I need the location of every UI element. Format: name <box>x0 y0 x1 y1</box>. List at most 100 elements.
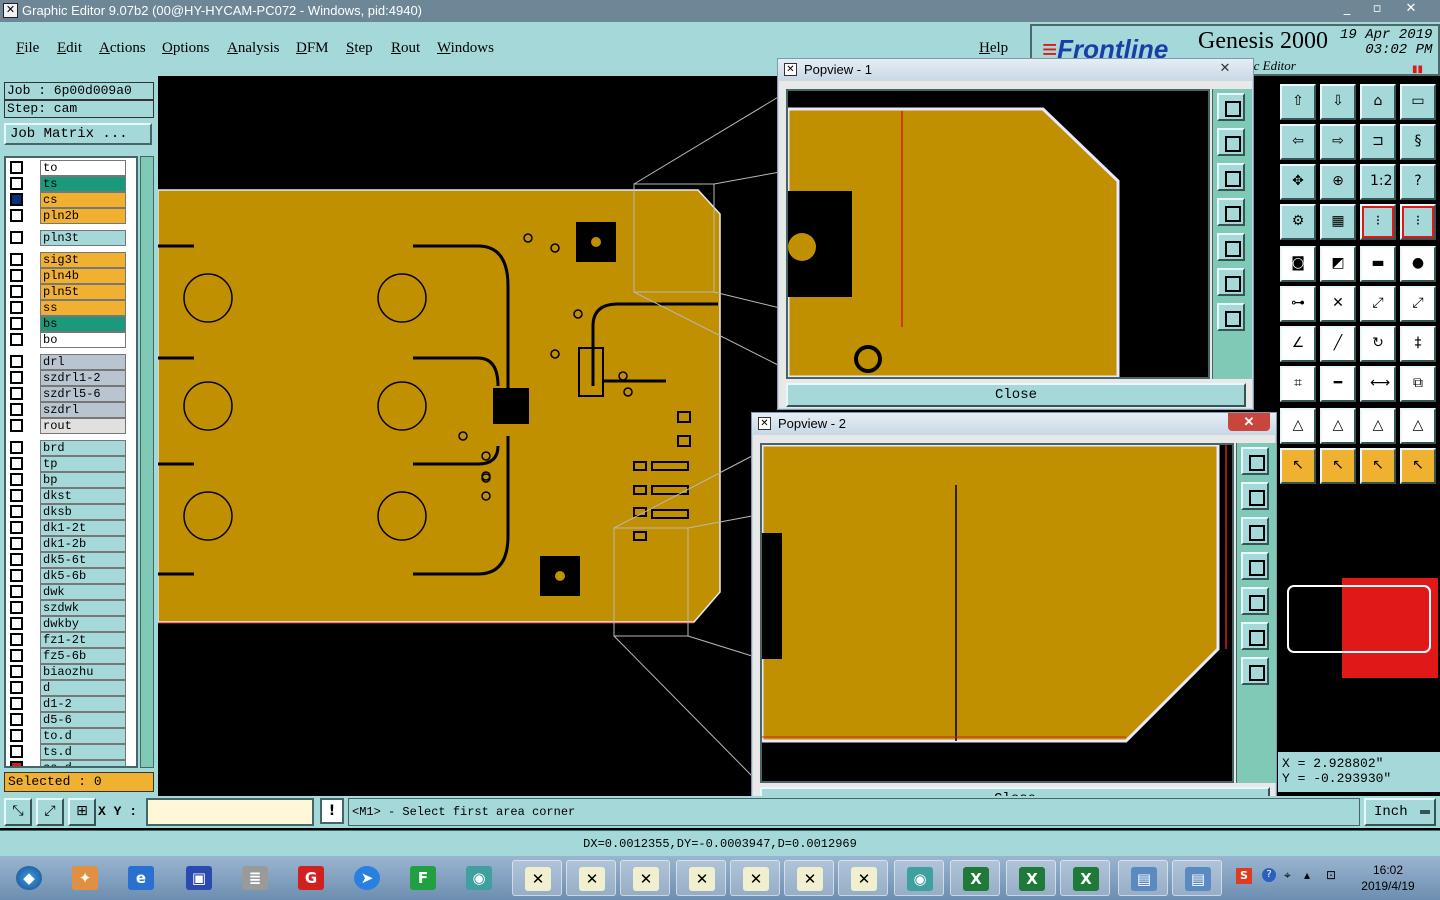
layer-name[interactable]: bo <box>40 332 126 348</box>
layer-name[interactable]: to <box>40 160 126 176</box>
layer-checkbox[interactable] <box>10 617 23 630</box>
tray-network-icon[interactable]: ⊡ <box>1326 868 1342 882</box>
taskbar-app-save[interactable]: ▣ <box>174 860 224 896</box>
close-window-button[interactable]: ✕ <box>1398 0 1424 18</box>
pv2-pan-left-icon[interactable] <box>1241 552 1269 580</box>
layer-row-szdrl1-2[interactable]: szdrl1-2 <box>6 370 136 386</box>
snap-up-icon[interactable]: ⇧ <box>1280 84 1316 120</box>
settings-icon[interactable]: ⚙ <box>1280 204 1316 240</box>
fit-icon[interactable]: ✥ <box>1280 164 1316 200</box>
layer-row-pln2b[interactable]: pln2b <box>6 208 136 224</box>
pv1-pan-right-icon[interactable] <box>1217 233 1245 261</box>
layer-row-szdrl[interactable]: szdrl <box>6 402 136 418</box>
layer-name[interactable]: dwk <box>40 584 126 600</box>
layer-row-dksb[interactable]: dksb <box>6 504 136 520</box>
center-icon[interactable]: ⊕ <box>1320 164 1356 200</box>
pv2-pan-right-icon[interactable] <box>1241 587 1269 615</box>
layer-name[interactable]: szdrl5-6 <box>40 386 126 402</box>
layer-row-to[interactable]: to <box>6 160 136 176</box>
layer-row-ts.d[interactable]: ts.d <box>6 744 136 760</box>
layer-name[interactable]: szdwk <box>40 600 126 616</box>
layer-row-dwk[interactable]: dwk <box>6 584 136 600</box>
ruler-icon[interactable]: ▬ <box>1360 246 1396 282</box>
layer-checkbox[interactable] <box>10 441 23 454</box>
layer-row-rout[interactable]: rout <box>6 418 136 434</box>
job-matrix-button[interactable]: Job Matrix ... <box>4 123 152 145</box>
taskbar-genesis-6[interactable]: ✕ <box>784 860 834 896</box>
menu-edit[interactable]: Edit <box>57 40 82 57</box>
layer-row-biaozhu[interactable]: biaozhu <box>6 664 136 680</box>
layer-name[interactable]: dwkby <box>40 616 126 632</box>
move-right-icon[interactable]: ⇨ <box>1320 124 1356 160</box>
layer-name[interactable]: brd <box>40 440 126 456</box>
overview-map[interactable] <box>1280 578 1438 678</box>
maximize-button[interactable]: ▫ <box>1364 0 1390 18</box>
layer-name[interactable]: d1-2 <box>40 696 126 712</box>
layer-row-dk1-2b[interactable]: dk1-2b <box>6 536 136 552</box>
layer-checkbox[interactable] <box>10 649 23 662</box>
pv1-pan-left-icon[interactable] <box>1217 198 1245 226</box>
layer-row-pln4b[interactable]: pln4b <box>6 268 136 284</box>
home-icon[interactable]: ⌂ <box>1360 84 1396 120</box>
taskbar-genesis-3[interactable]: ✕ <box>620 860 670 896</box>
layer-checkbox[interactable] <box>10 633 23 646</box>
pad-icon[interactable]: ◙ <box>1280 246 1316 282</box>
layer-name[interactable]: dk5-6t <box>40 552 126 568</box>
layer-name[interactable]: cs <box>40 192 126 208</box>
layer-name[interactable]: d <box>40 680 126 696</box>
layer-name[interactable]: pln4b <box>40 268 126 284</box>
layer-checkbox[interactable] <box>10 419 23 432</box>
zoom-area-icon[interactable]: ⤢ <box>36 798 64 826</box>
layer-name[interactable]: sig3t <box>40 252 126 268</box>
grid-icon[interactable]: ▦ <box>1320 204 1356 240</box>
layer-name[interactable]: d5-6 <box>40 712 126 728</box>
layer-name[interactable]: pln5t <box>40 284 126 300</box>
layer-row-dkst[interactable]: dkst <box>6 488 136 504</box>
layer-row-dk5-6b[interactable]: dk5-6b <box>6 568 136 584</box>
layer-name[interactable]: dksb <box>40 504 126 520</box>
pv1-pan-up-icon[interactable] <box>1217 128 1245 156</box>
pv2-zoom-out-icon[interactable] <box>1241 657 1269 685</box>
slash-icon[interactable]: ╱ <box>1320 326 1356 362</box>
minimize-button[interactable]: _ <box>1334 0 1360 18</box>
taskbar-app-eye[interactable]: ◉ <box>454 860 504 896</box>
start-button[interactable]: ◆ <box>4 860 48 896</box>
layer-checkbox[interactable] <box>10 301 23 314</box>
help-icon[interactable]: ? <box>1400 164 1436 200</box>
popview-1-close-icon[interactable]: ✕ <box>1204 59 1246 77</box>
layer-checkbox[interactable] <box>10 729 23 742</box>
popview-1-canvas[interactable] <box>786 89 1210 379</box>
measure-icon[interactable]: ⟷ <box>1360 366 1396 402</box>
layers-red-2-icon[interactable]: ⁝ <box>1400 204 1436 240</box>
layer-name[interactable]: dkst <box>40 488 126 504</box>
layer-name[interactable]: fz1-2t <box>40 632 126 648</box>
layer-checkbox[interactable] <box>10 253 23 266</box>
triangle-3-icon[interactable]: △ <box>1360 408 1396 444</box>
rotate-icon[interactable]: ↻ <box>1360 326 1396 362</box>
menu-help[interactable]: Help <box>979 40 1008 57</box>
layer-checkbox[interactable] <box>10 209 23 222</box>
layer-checkbox[interactable] <box>10 333 23 346</box>
scale-icon[interactable]: 1:2 <box>1360 164 1396 200</box>
menu-rout[interactable]: Rout <box>391 40 420 57</box>
tray-expand-icon[interactable]: ▴ <box>1304 868 1316 882</box>
layer-row-bo[interactable]: bo <box>6 332 136 348</box>
layer-name[interactable]: szdrl1-2 <box>40 370 126 386</box>
taskbar-app-f[interactable]: F <box>398 860 448 896</box>
layer-checkbox[interactable] <box>10 387 23 400</box>
layer-checkbox[interactable] <box>10 761 23 766</box>
layer-name[interactable]: ss <box>40 300 126 316</box>
taskbar-genesis-4[interactable]: ✕ <box>676 860 726 896</box>
layer-row-szdrl5-6[interactable]: szdrl5-6 <box>6 386 136 402</box>
layer-row-bs[interactable]: bs <box>6 316 136 332</box>
select-net-icon[interactable]: ↖ <box>1400 448 1436 484</box>
layer-row-fz5-6b[interactable]: fz5-6b <box>6 648 136 664</box>
layer-checkbox[interactable] <box>10 601 23 614</box>
taskbar-app-bird[interactable]: ➤ <box>342 860 392 896</box>
pv1-pan-down-icon[interactable] <box>1217 163 1245 191</box>
grid-snap-icon[interactable]: ⊞ <box>68 798 96 826</box>
layer-checkbox[interactable] <box>10 569 23 582</box>
section-icon[interactable]: § <box>1400 124 1436 160</box>
xy-input[interactable] <box>146 798 314 826</box>
layer-checkbox[interactable] <box>10 505 23 518</box>
